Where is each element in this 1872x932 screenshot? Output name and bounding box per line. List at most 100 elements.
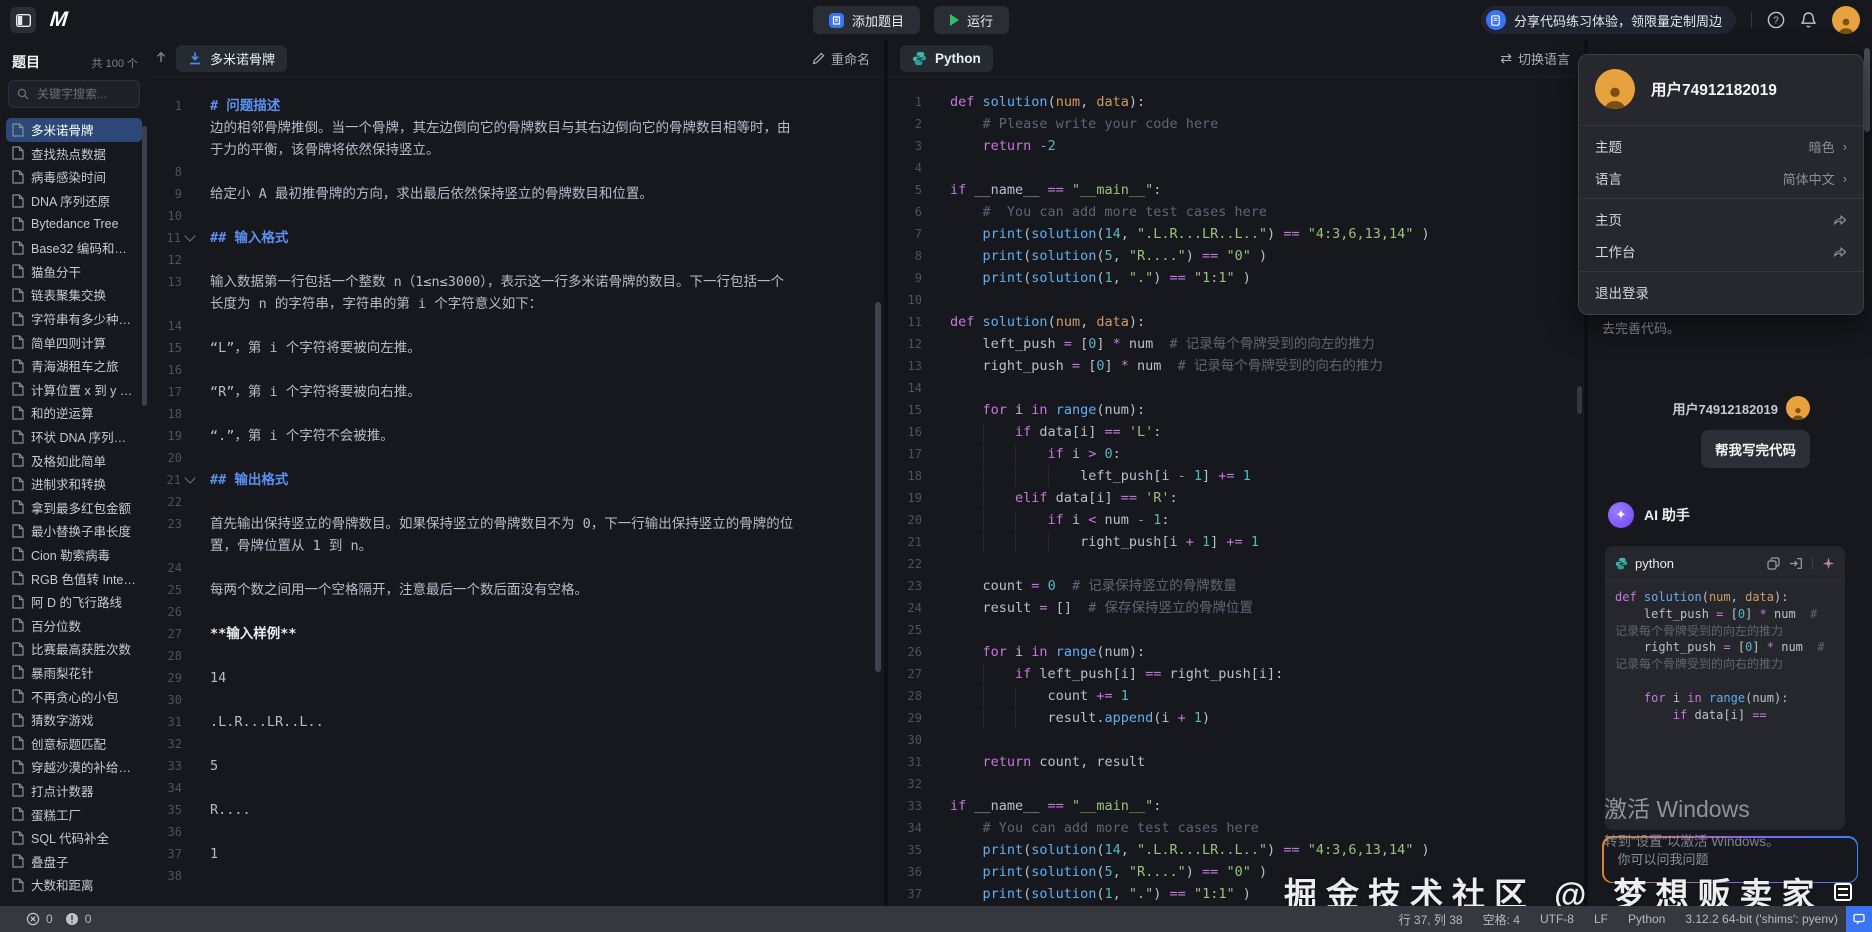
sidebar-item-problem[interactable]: 及格如此简单 — [6, 448, 142, 472]
sidebar-item-problem[interactable]: 百分位数 — [6, 613, 142, 637]
rename-button[interactable]: 重命名 — [812, 49, 870, 68]
user-menu: 用户74912182019 主题 暗色› 语言 简体中文› 主页 工作台 退出登… — [1578, 54, 1864, 315]
right-panel-scrollbar[interactable] — [1864, 48, 1870, 132]
description-line: 于力的平衡，该骨牌将依然保持竖立。 — [148, 139, 884, 161]
sidebar-item-problem[interactable]: RGB 色值转 Integer — [6, 566, 142, 590]
search-box[interactable] — [8, 80, 140, 108]
scroll-top-icon[interactable] — [154, 50, 168, 64]
sidebar-item-problem[interactable]: Base32 编码和解码 — [6, 236, 142, 260]
search-input[interactable] — [35, 86, 131, 102]
ai-question-input[interactable] — [1616, 851, 1845, 868]
ai-code-line — [1615, 673, 1835, 690]
sidebar-item-problem[interactable]: 青海湖租车之旅 — [6, 354, 142, 378]
code-line: 17 if i > 0: — [888, 443, 1584, 465]
sidebar-scrollbar[interactable] — [142, 126, 147, 406]
sidebar-item-problem[interactable]: 多米诺骨牌 — [6, 118, 142, 142]
copy-icon[interactable] — [1767, 557, 1780, 570]
line-number: 15 — [888, 399, 942, 421]
sidebar-item-problem[interactable]: 不再贪心的小包 — [6, 684, 142, 708]
markdown-icon — [188, 51, 202, 65]
sidebar-item-problem[interactable]: 猫鱼分干 — [6, 260, 142, 284]
ai-code-line: for i in range(num): — [1615, 690, 1835, 707]
eol-sequence[interactable]: LF — [1594, 912, 1608, 926]
notifications-button[interactable] — [1800, 11, 1817, 29]
sidebar-item-problem[interactable]: 穿越沙漠的补给次数 — [6, 755, 142, 779]
share-promo-button[interactable]: 分享代码练习体验，领限量定制周边 — [1481, 6, 1736, 34]
switch-language-button[interactable]: ⇄ 切换语言 — [1500, 49, 1570, 68]
interpreter[interactable]: 3.12.2 64-bit ('shims': pyenv) — [1685, 912, 1838, 926]
chat-username: 用户74912182019 — [1672, 399, 1778, 418]
sidebar-item-problem[interactable]: 大数和距离 — [6, 873, 142, 897]
code-text: print(solution(14, ".L.R...LR..L..") == … — [942, 223, 1430, 245]
add-question-button[interactable]: 添加题目 — [813, 6, 920, 34]
sidebar-item-problem[interactable]: 简单四则计算 — [6, 330, 142, 354]
sidebar-item-problem[interactable]: 环状 DNA 序列整理 — [6, 425, 142, 449]
line-number: 8 — [888, 245, 942, 267]
sidebar-item-problem[interactable]: 创意标题匹配 — [6, 731, 142, 755]
help-button[interactable]: ? — [1767, 11, 1785, 29]
sidebar-item-problem[interactable]: 计算位置 x 到 y 的... — [6, 378, 142, 402]
sidebar-item-problem[interactable]: 蛋糕工厂 — [6, 802, 142, 826]
sparkle-icon[interactable] — [1822, 557, 1835, 570]
encoding[interactable]: UTF-8 — [1540, 912, 1574, 926]
file-icon — [12, 571, 24, 585]
sidebar-item-problem[interactable]: 暴雨梨花针 — [6, 661, 142, 685]
sidebar-toggle-button[interactable] — [10, 7, 36, 33]
sidebar-item-problem[interactable]: 病毒感染时间 — [6, 165, 142, 189]
sidebar-item-problem[interactable]: 叠盘子 — [6, 849, 142, 873]
feedback-button[interactable] — [1846, 906, 1872, 932]
sidebar-item-problem[interactable]: Cion 勒索病毒 — [6, 543, 142, 567]
code-text: count = 0 # 记录保持竖立的骨牌数量 — [942, 575, 1237, 597]
code-line: 29 result.append(i + 1) — [888, 707, 1584, 729]
problems-indicator[interactable]: 0 0 — [26, 912, 91, 926]
description-text — [202, 161, 210, 183]
menu-item-logout[interactable]: 退出登录 — [1579, 276, 1863, 308]
cursor-position[interactable]: 行 37, 列 38 — [1399, 911, 1463, 928]
sidebar-item-problem[interactable]: 链表聚集交换 — [6, 283, 142, 307]
run-button[interactable]: 运行 — [934, 6, 1009, 34]
description-tab[interactable]: 多米诺骨牌 — [176, 45, 287, 72]
sidebar-item-problem[interactable]: DNA 序列还原 — [6, 189, 142, 213]
sidebar-item-problem[interactable]: 字符串有多少种可... — [6, 307, 142, 331]
app-logo[interactable]: M — [49, 8, 69, 32]
sidebar-item-problem[interactable]: 比赛最高获胜次数 — [6, 637, 142, 661]
panel-toggle-icon — [16, 14, 31, 27]
language-mode[interactable]: Python — [1628, 912, 1665, 926]
description-header: 多米诺骨牌 重命名 — [148, 40, 884, 77]
ai-code-line: if data[i] == — [1615, 707, 1835, 724]
menu-item-language[interactable]: 语言 简体中文› — [1579, 162, 1863, 194]
sidebar-item-problem[interactable]: 最小替换子串长度 — [6, 519, 142, 543]
sidebar-item-problem[interactable]: SQL 代码补全 — [6, 826, 142, 850]
menu-item-workbench[interactable]: 工作台 — [1579, 235, 1863, 267]
description-scrollbar[interactable] — [875, 302, 881, 672]
ai-input-box[interactable] — [1602, 836, 1858, 883]
description-line: 24 — [148, 557, 884, 579]
code-scrollbar[interactable] — [1577, 386, 1582, 414]
description-editor[interactable]: 1# 问题描述边的相邻骨牌推倒。当一个骨牌，其左边倒向它的骨牌数目与其右边倒向它… — [148, 77, 884, 906]
sidebar-item-problem[interactable]: Bytedance Tree — [6, 212, 142, 236]
python-tab[interactable]: Python — [900, 45, 993, 72]
insert-code-icon[interactable] — [1789, 557, 1803, 570]
sidebar-item-problem[interactable]: 拿到最多红包金额 — [6, 496, 142, 520]
fold-chevron-icon[interactable] — [184, 472, 195, 483]
sidebar-item-problem[interactable]: 进制求和转换 — [6, 472, 142, 496]
line-number: 20 — [888, 509, 942, 531]
indentation[interactable]: 空格: 4 — [1483, 911, 1520, 928]
code-text: left_push[i - 1] += 1 — [942, 465, 1251, 487]
problem-title: 蛋糕工厂 — [31, 805, 81, 824]
line-number: 30 — [148, 689, 202, 711]
menu-item-home[interactable]: 主页 — [1579, 203, 1863, 235]
description-line: 27**输入样例** — [148, 623, 884, 645]
code-line: 33if __name__ == "__main__": — [888, 795, 1584, 817]
sidebar-item-problem[interactable]: 查找热点数据 — [6, 142, 142, 166]
sidebar-item-problem[interactable]: 阿 D 的飞行路线 — [6, 590, 142, 614]
user-avatar[interactable] — [1832, 6, 1860, 34]
sidebar-item-problem[interactable]: 打点计数器 — [6, 779, 142, 803]
sidebar-item-problem[interactable]: 猜数字游戏 — [6, 708, 142, 732]
line-number: 23 — [888, 575, 942, 597]
fold-chevron-icon[interactable] — [184, 230, 195, 241]
code-editor[interactable]: 1def solution(num, data):2 # Please writ… — [888, 77, 1584, 906]
sidebar-item-problem[interactable]: 和的逆运算 — [6, 401, 142, 425]
user-message-bubble[interactable]: 帮我写完代码 — [1701, 430, 1810, 468]
menu-item-theme[interactable]: 主题 暗色› — [1579, 130, 1863, 162]
